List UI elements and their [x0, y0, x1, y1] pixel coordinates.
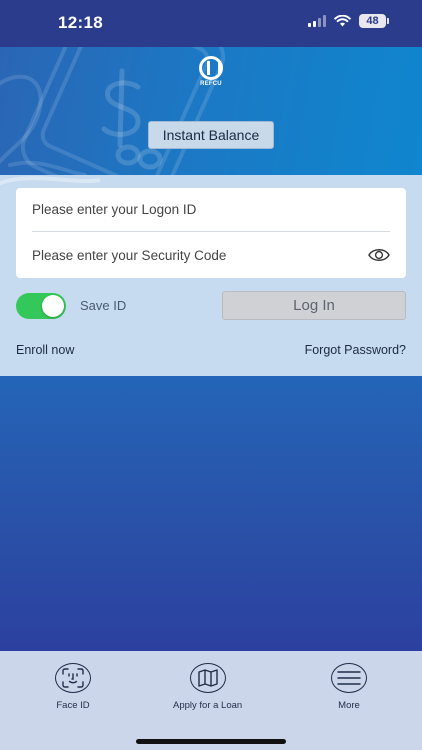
menu-icon	[331, 663, 367, 693]
bottom-tab-bar: Face ID Apply for a Loan More	[0, 651, 422, 750]
face-id-icon	[55, 663, 91, 693]
save-id-label: Save ID	[80, 298, 127, 313]
toggle-knob	[42, 295, 64, 317]
refcu-logo-icon	[199, 56, 223, 80]
header-banner: REFCU Instant Balance	[0, 47, 422, 175]
status-icons: 48	[308, 14, 389, 28]
wifi-icon	[334, 15, 351, 27]
tab-face-id[interactable]: Face ID	[55, 663, 91, 711]
instant-balance-button[interactable]: Instant Balance	[148, 121, 274, 149]
refcu-logo: REFCU	[196, 56, 226, 87]
show-password-eye-icon[interactable]	[368, 247, 390, 263]
status-bar: 12:18 48	[0, 0, 422, 47]
battery-level: 48	[366, 15, 379, 27]
logon-id-input[interactable]	[32, 202, 390, 217]
tab-label: Face ID	[56, 700, 90, 711]
battery-icon: 48	[359, 14, 389, 28]
login-button[interactable]: Log In	[222, 291, 406, 320]
home-indicator	[136, 739, 286, 744]
forgot-password-link[interactable]: Forgot Password?	[305, 343, 406, 357]
security-code-field	[32, 233, 390, 277]
tab-apply-for-loan[interactable]: Apply for a Loan	[173, 663, 242, 711]
login-form-card	[16, 188, 406, 278]
tab-label: Apply for a Loan	[173, 700, 243, 711]
save-id-toggle[interactable]	[16, 293, 66, 319]
background-area	[0, 376, 422, 651]
logon-id-field	[32, 188, 390, 232]
enroll-now-link[interactable]: Enroll now	[16, 343, 74, 357]
tab-label: More	[338, 700, 360, 711]
tab-more[interactable]: More	[331, 663, 367, 711]
login-panel: Save ID Log In Enroll now Forgot Passwor…	[0, 175, 422, 376]
status-time: 12:18	[58, 13, 103, 32]
map-icon	[189, 663, 226, 693]
security-code-input[interactable]	[32, 247, 390, 263]
cellular-signal-icon	[308, 15, 326, 27]
logo-text: REFCU	[200, 81, 222, 87]
